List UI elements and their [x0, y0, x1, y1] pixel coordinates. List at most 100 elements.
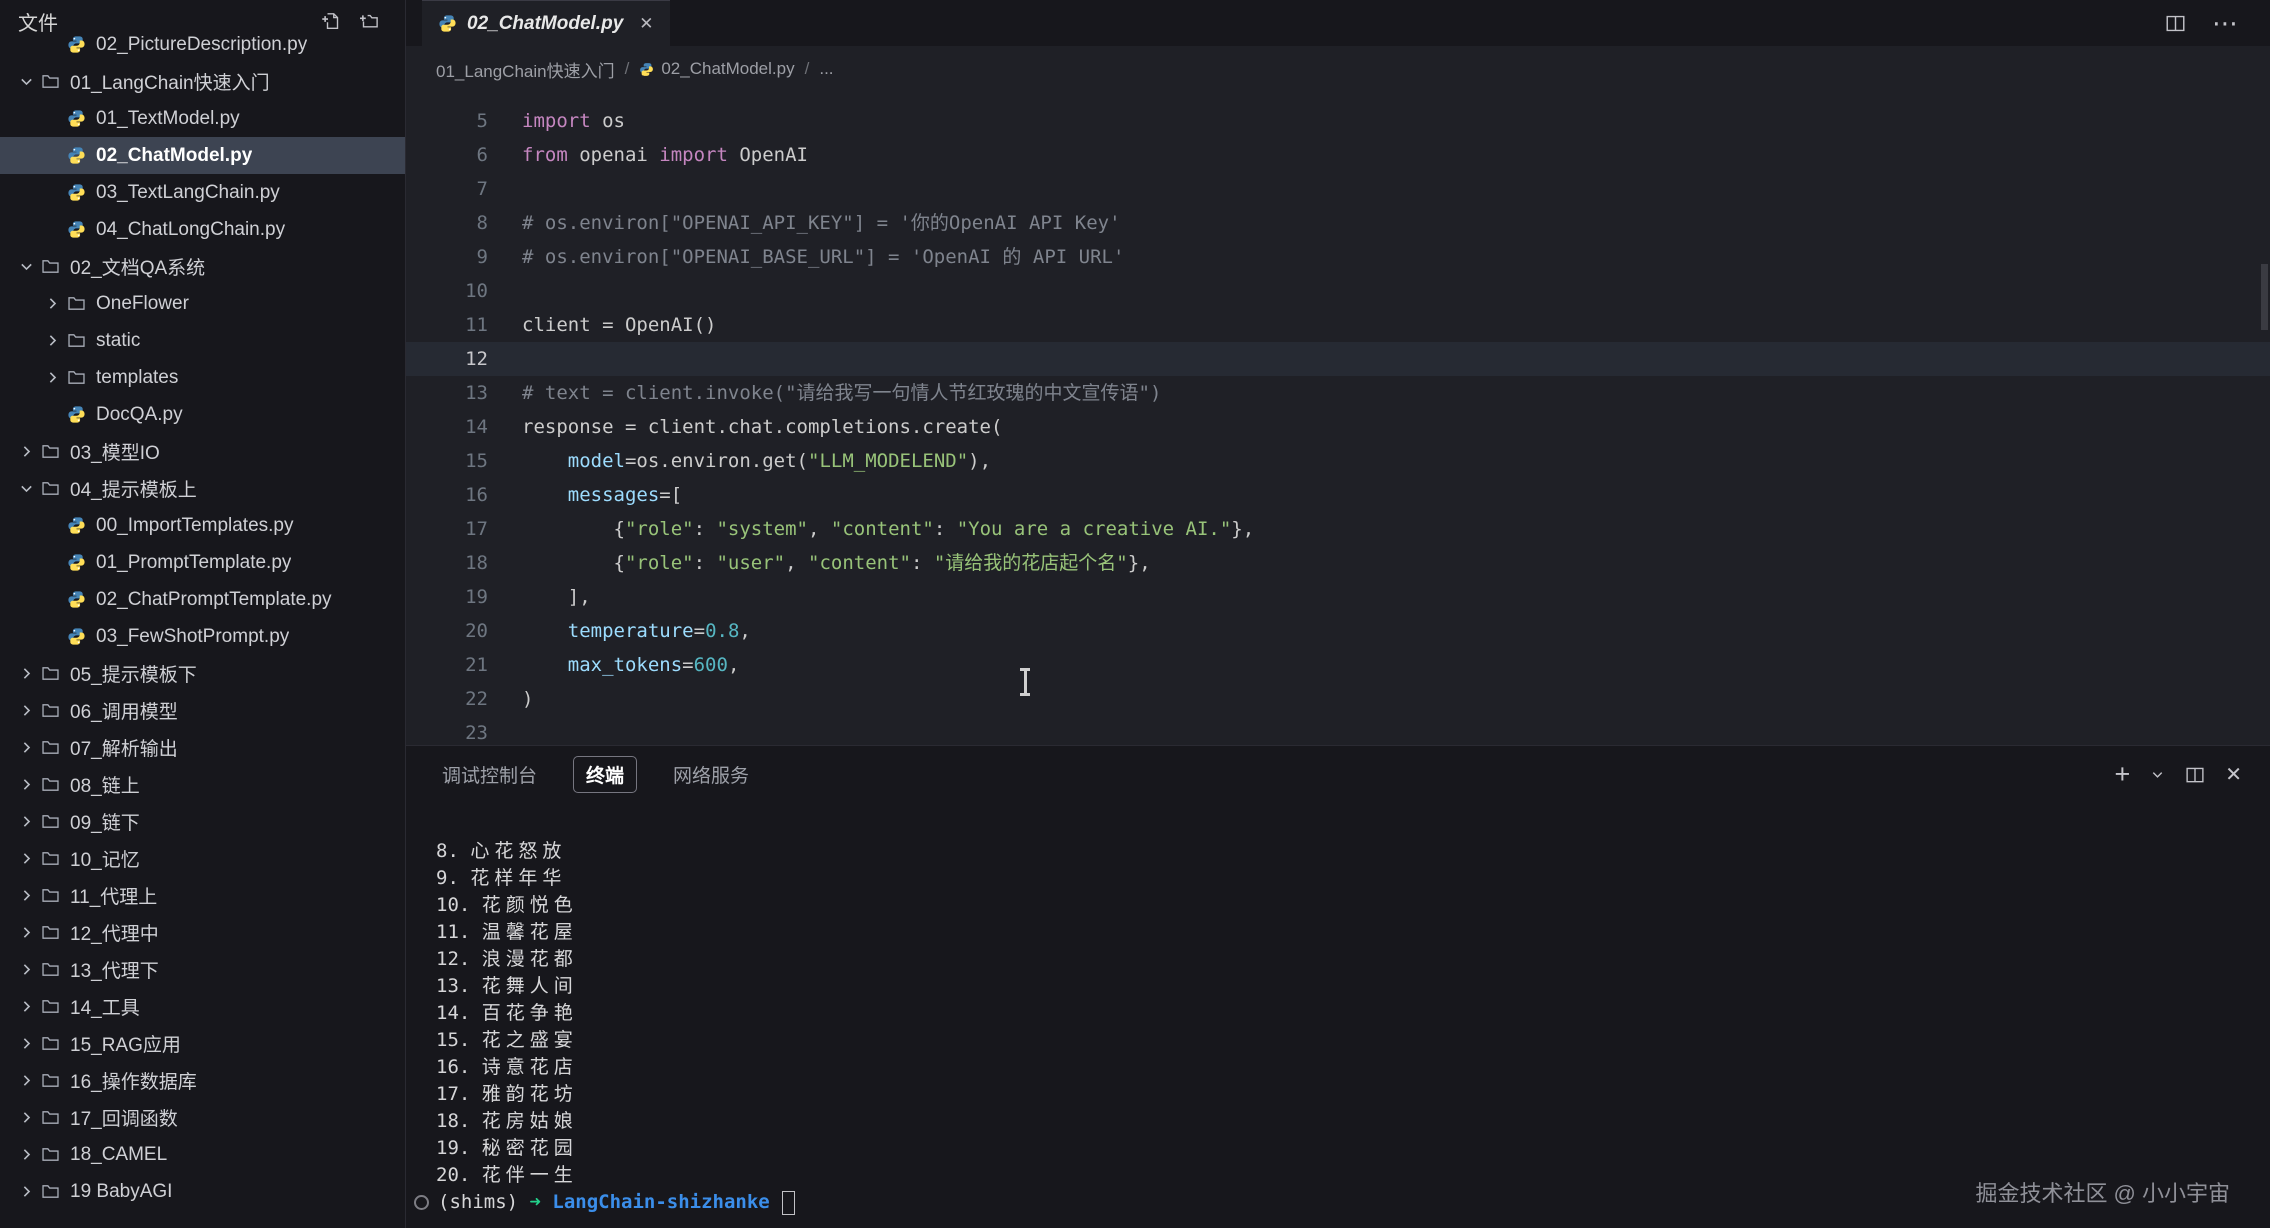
tree-item[interactable]: 12_代理中 [0, 914, 405, 951]
line-number[interactable]: 18 [406, 546, 522, 580]
tree-item[interactable]: 01_TextModel.py [0, 100, 405, 137]
tree-item[interactable]: 05_提示模板下 [0, 655, 405, 692]
code-line-18[interactable]: 18 {"role": "user", "content": "请给我的花店起个… [406, 546, 2270, 580]
tree-item[interactable]: 02_ChatModel.py [0, 137, 405, 174]
tree-item[interactable]: 04_提示模板上 [0, 470, 405, 507]
vscode-window: 文件 02_PictureDescription.py01_LangChain快… [0, 0, 2270, 1228]
tree-item[interactable]: 07_解析输出 [0, 729, 405, 766]
tree-item[interactable]: 14_工具 [0, 988, 405, 1025]
split-terminal-icon[interactable] [2185, 765, 2205, 785]
python-file-icon [64, 590, 88, 609]
watermark: 掘金技术社区 @ 小小宇宙 [1975, 1176, 2230, 1208]
line-number[interactable]: 13 [406, 376, 522, 410]
code-line-23[interactable]: 23 [406, 716, 2270, 745]
panel-tab-debug-console[interactable]: 调试控制台 [442, 761, 537, 788]
code-text: ) [522, 682, 533, 716]
code-line-7[interactable]: 7 [406, 172, 2270, 206]
explorer-sidebar: 文件 02_PictureDescription.py01_LangChain快… [0, 0, 406, 1228]
tree-item-label: 19 BabyAGI [70, 1181, 172, 1203]
line-number[interactable]: 21 [406, 648, 522, 682]
tree-item[interactable]: 17_回调函数 [0, 1099, 405, 1136]
breadcrumb-item[interactable]: ... [819, 59, 833, 79]
tree-item[interactable]: 11_代理上 [0, 877, 405, 914]
tree-item[interactable]: 15_RAG应用 [0, 1025, 405, 1062]
panel-tab-ports[interactable]: 网络服务 [673, 761, 749, 788]
line-number[interactable]: 14 [406, 410, 522, 444]
breadcrumb-item[interactable]: 02_ChatModel.py [639, 59, 794, 79]
code-line-5[interactable]: 5import os [406, 104, 2270, 138]
line-number[interactable]: 20 [406, 614, 522, 648]
breadcrumb-item[interactable]: 01_LangChain快速入门 [436, 57, 615, 82]
tree-item[interactable]: 13_代理下 [0, 951, 405, 988]
tree-item[interactable]: DocQA.py [0, 396, 405, 433]
code-line-19[interactable]: 19 ], [406, 580, 2270, 614]
terminal-cursor [782, 1191, 795, 1215]
line-number[interactable]: 16 [406, 478, 522, 512]
code-line-22[interactable]: 22) [406, 682, 2270, 716]
code-line-21[interactable]: 21 max_tokens=600, [406, 648, 2270, 682]
tree-item[interactable]: 01_LangChain快速入门 [0, 63, 405, 100]
line-number[interactable]: 19 [406, 580, 522, 614]
terminal-dropdown-icon[interactable] [2150, 767, 2165, 782]
line-number[interactable]: 6 [406, 138, 522, 172]
tree-item[interactable]: 01_PromptTemplate.py [0, 544, 405, 581]
code-line-8[interactable]: 8# os.environ["OPENAI_API_KEY"] = '你的Ope… [406, 206, 2270, 240]
tree-item[interactable]: 16_操作数据库 [0, 1062, 405, 1099]
terminal-output[interactable]: 8. 心花怒放9. 花样年华10. 花颜悦色11. 温馨花屋12. 浪漫花都13… [406, 802, 2270, 1216]
tree-item[interactable]: 00_ImportTemplates.py [0, 507, 405, 544]
line-number[interactable]: 12 [406, 342, 522, 376]
tree-item[interactable]: 06_调用模型 [0, 692, 405, 729]
tree-item[interactable]: 18_CAMEL [0, 1136, 405, 1173]
line-number[interactable]: 9 [406, 240, 522, 274]
tree-item-label: 15_RAG应用 [70, 1030, 181, 1057]
close-panel-icon[interactable]: ✕ [2225, 762, 2242, 787]
line-number[interactable]: 11 [406, 308, 522, 342]
line-number[interactable]: 10 [406, 274, 522, 308]
tree-item[interactable]: OneFlower [0, 285, 405, 322]
code-line-17[interactable]: 17 {"role": "system", "content": "You ar… [406, 512, 2270, 546]
tree-item[interactable]: 03_模型IO [0, 433, 405, 470]
more-actions-icon[interactable]: ⋯ [2212, 10, 2240, 36]
tab-02-chatmodel-py[interactable]: 02_ChatModel.py ✕ [422, 0, 670, 46]
code-line-14[interactable]: 14response = client.chat.completions.cre… [406, 410, 2270, 444]
tree-item[interactable]: 04_ChatLongChain.py [0, 211, 405, 248]
line-number[interactable]: 15 [406, 444, 522, 478]
code-line-12[interactable]: 12 [406, 342, 2270, 376]
tree-item[interactable]: 03_FewShotPrompt.py [0, 618, 405, 655]
tree-item[interactable]: 02_PictureDescription.py [0, 26, 405, 63]
tree-item[interactable]: 08_链上 [0, 766, 405, 803]
code-line-20[interactable]: 20 temperature=0.8, [406, 614, 2270, 648]
tree-item-label: 17_回调函数 [70, 1104, 178, 1131]
line-number[interactable]: 17 [406, 512, 522, 546]
tree-item[interactable]: 03_TextLangChain.py [0, 174, 405, 211]
tree-item-label: static [96, 330, 140, 352]
code-line-9[interactable]: 9# os.environ["OPENAI_BASE_URL"] = 'Open… [406, 240, 2270, 274]
line-number[interactable]: 5 [406, 104, 522, 138]
editor-scrollbar[interactable] [2261, 264, 2268, 330]
tree-item[interactable]: 10_记忆 [0, 840, 405, 877]
close-tab-icon[interactable]: ✕ [639, 14, 653, 34]
new-terminal-icon[interactable]: + [2114, 761, 2130, 788]
code-text: model=os.environ.get("LLM_MODELEND"), [522, 444, 991, 478]
line-number[interactable]: 8 [406, 206, 522, 240]
line-number[interactable]: 23 [406, 716, 522, 745]
code-editor[interactable]: 5import os6from openai import OpenAI78# … [406, 92, 2270, 745]
tree-item[interactable]: static [0, 322, 405, 359]
chevron-down-icon [14, 480, 38, 497]
tree-item[interactable]: 02_ChatPromptTemplate.py [0, 581, 405, 618]
line-number[interactable]: 7 [406, 172, 522, 206]
split-editor-icon[interactable] [2165, 13, 2186, 34]
code-line-16[interactable]: 16 messages=[ [406, 478, 2270, 512]
code-line-13[interactable]: 13# text = client.invoke("请给我写一句情人节红玫瑰的中… [406, 376, 2270, 410]
tree-item[interactable]: 19 BabyAGI [0, 1173, 405, 1210]
code-line-15[interactable]: 15 model=os.environ.get("LLM_MODELEND"), [406, 444, 2270, 478]
code-line-10[interactable]: 10 [406, 274, 2270, 308]
chevron-right-icon [14, 776, 38, 793]
code-line-6[interactable]: 6from openai import OpenAI [406, 138, 2270, 172]
panel-tab-terminal[interactable]: 终端 [573, 756, 637, 793]
line-number[interactable]: 22 [406, 682, 522, 716]
code-line-11[interactable]: 11client = OpenAI() [406, 308, 2270, 342]
tree-item[interactable]: templates [0, 359, 405, 396]
tree-item[interactable]: 09_链下 [0, 803, 405, 840]
tree-item[interactable]: 02_文档QA系统 [0, 248, 405, 285]
